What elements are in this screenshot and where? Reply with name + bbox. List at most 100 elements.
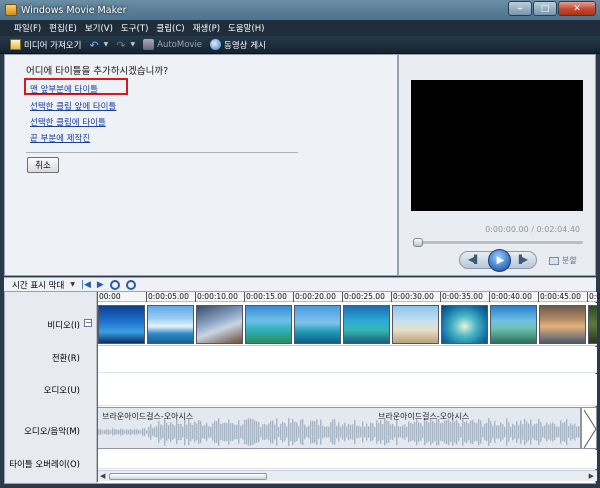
- clip-end-arrow-icon: [583, 409, 597, 449]
- audio-music-track-label: 오디오/음악(M): [24, 427, 80, 437]
- credits-at-end-link[interactable]: 끝 부분에 제작진: [30, 132, 90, 144]
- title-overlay-track[interactable]: [97, 450, 597, 469]
- track-labels: 비디오(I) − 전환(R) 오디오(U) 오디오/음악(M) 타이틀 오버레이…: [5, 292, 97, 483]
- import-media-button[interactable]: 미디어 가져오기: [10, 39, 81, 51]
- app-icon: [5, 4, 17, 16]
- audio-track-label: 오디오(U): [43, 386, 80, 396]
- audio-clip-label[interactable]: 브라운아이드걸스-오아시스: [102, 411, 193, 422]
- split-button[interactable]: 분할: [549, 255, 577, 266]
- import-icon: [10, 39, 21, 50]
- publish-icon: [210, 39, 222, 50]
- title-on-clip-link[interactable]: 선택한 클립에 타이틀: [30, 116, 106, 128]
- video-track: [97, 303, 597, 346]
- seek-thumb[interactable]: [413, 238, 423, 247]
- video-clip[interactable]: [98, 305, 145, 344]
- ruler-tick: 0:00:25.00: [342, 292, 385, 302]
- ruler-tick: 0:00:50: [587, 292, 600, 302]
- menu-edit[interactable]: 편집(E): [49, 22, 77, 34]
- play-timeline-icon[interactable]: ▶: [97, 280, 104, 290]
- audio-clip-end[interactable]: [581, 407, 597, 449]
- seek-bar[interactable]: [413, 238, 583, 247]
- redo-icon: ↷: [116, 39, 126, 52]
- ruler-tick: 0:00:10.00: [195, 292, 238, 302]
- scroll-thumb[interactable]: [109, 473, 267, 480]
- zoom-in-icon[interactable]: [109, 279, 120, 290]
- collapse-icon[interactable]: −: [84, 319, 92, 327]
- title-at-beginning-link[interactable]: 맨 앞부분에 타이틀: [30, 83, 98, 95]
- video-clip[interactable]: [147, 305, 194, 344]
- audio-music-track: 브라운아이드걸스-오아시스 브라운아이드걸스-오아시스: [97, 407, 581, 449]
- menu-help[interactable]: 도움말(H): [228, 22, 264, 34]
- zoom-out-icon[interactable]: [125, 279, 136, 290]
- time-ruler[interactable]: 00:00 0:00:05.00 0:00:10.00 0:00:15.00 0…: [97, 292, 600, 302]
- timeline-toolbar: 시간 표시 막대 ▼ |◀ ▶: [4, 277, 596, 291]
- video-clip[interactable]: [245, 305, 292, 344]
- divider: [26, 152, 298, 153]
- video-clip[interactable]: [343, 305, 390, 344]
- publish-movie-button[interactable]: 동영상 게시: [210, 39, 266, 51]
- horizontal-scrollbar[interactable]: ◀ ▶: [97, 470, 597, 481]
- video-clip[interactable]: [539, 305, 586, 344]
- automovie-label: AutoMovie: [157, 39, 203, 50]
- timeline: 비디오(I) − 전환(R) 오디오(U) 오디오/음악(M) 타이틀 오버레이…: [4, 291, 600, 484]
- redo-button[interactable]: ↷ ▼: [116, 39, 136, 52]
- toolbar: 미디어 가져오기 ↶ ▼ ↷ ▼ AutoMovie 동영상 게시: [0, 36, 600, 54]
- rewind-icon[interactable]: |◀: [81, 280, 91, 290]
- ruler-tick: 00:00: [97, 292, 121, 302]
- transition-track-label: 전환(R): [51, 354, 80, 364]
- title-overlay-track-label: 타이틀 오버레이(O): [9, 460, 80, 470]
- timeline-view-selector[interactable]: 시간 표시 막대: [12, 279, 64, 291]
- video-clip[interactable]: [490, 305, 537, 344]
- menu-bar: 파일(F) 편집(E) 보기(V) 도구(T) 클립(C) 재생(P) 도움말(…: [0, 20, 600, 36]
- next-frame-icon[interactable]: ▐▶: [516, 255, 528, 264]
- ruler-tick: 0:00:40.00: [489, 292, 532, 302]
- audio-clip-label[interactable]: 브라운아이드걸스-오아시스: [378, 411, 469, 422]
- video-track-label: 비디오(I): [47, 321, 80, 331]
- split-label: 분할: [562, 256, 577, 265]
- title-bar: Windows Movie Maker – □ ✕: [0, 0, 600, 20]
- menu-clip[interactable]: 클립(C): [156, 22, 184, 34]
- minimize-button[interactable]: –: [508, 1, 532, 16]
- task-pane: 어디에 타이틀을 추가하시겠습니까? 맨 앞부분에 타이틀 선택한 클립 앞에 …: [4, 54, 398, 276]
- redo-dropdown-icon[interactable]: ▼: [131, 41, 136, 48]
- audio-track[interactable]: [97, 374, 597, 406]
- ruler-tick: 0:00:30.00: [391, 292, 434, 302]
- undo-button[interactable]: ↶ ▼: [89, 39, 109, 52]
- menu-file[interactable]: 파일(F): [14, 22, 41, 34]
- task-question: 어디에 타이틀을 추가하시겠습니까?: [26, 66, 169, 77]
- playback-controls: ◀▌ ▶ ▐▶: [459, 249, 537, 272]
- play-button[interactable]: ▶: [488, 249, 511, 272]
- window-title: Windows Movie Maker: [21, 4, 127, 16]
- ruler-tick: 0:00:35.00: [440, 292, 483, 302]
- menu-play[interactable]: 재생(P): [193, 22, 220, 34]
- menu-tools[interactable]: 도구(T): [121, 22, 148, 34]
- video-clip[interactable]: [196, 305, 243, 344]
- preview-pane: 0:00:00.00 / 0:02:04.40 ◀▌ ▶ ▐▶ 분할: [398, 54, 596, 276]
- publish-movie-label: 동영상 게시: [224, 40, 266, 51]
- automovie-icon: [143, 39, 155, 50]
- ruler-tick: 0:00:20.00: [293, 292, 336, 302]
- ruler-tick: 0:00:45.00: [538, 292, 581, 302]
- playhead[interactable]: [97, 292, 98, 482]
- ruler-tick: 0:00:15.00: [244, 292, 287, 302]
- maximize-button[interactable]: □: [533, 1, 557, 16]
- split-icon: [549, 256, 559, 265]
- video-clip[interactable]: [294, 305, 341, 344]
- automovie-button[interactable]: AutoMovie: [143, 39, 202, 50]
- video-clip[interactable]: [392, 305, 439, 344]
- video-clip[interactable]: [588, 305, 597, 344]
- menu-view[interactable]: 보기(V): [85, 22, 113, 34]
- timecode: 0:00:00.00 / 0:02:04.40: [485, 225, 580, 234]
- view-dropdown-icon[interactable]: ▼: [70, 281, 75, 288]
- undo-icon: ↶: [89, 39, 99, 52]
- undo-dropdown-icon[interactable]: ▼: [104, 41, 109, 48]
- video-clip[interactable]: [441, 305, 488, 344]
- transition-track[interactable]: [97, 347, 597, 373]
- scroll-left-icon[interactable]: ◀: [100, 472, 105, 480]
- close-button[interactable]: ✕: [558, 1, 596, 16]
- previous-frame-icon[interactable]: ◀▌: [468, 255, 480, 264]
- scroll-right-icon[interactable]: ▶: [589, 472, 594, 480]
- cancel-button[interactable]: 취소: [27, 157, 59, 173]
- preview-monitor: [411, 80, 583, 211]
- title-before-clip-link[interactable]: 선택한 클립 앞에 타이틀: [30, 100, 116, 112]
